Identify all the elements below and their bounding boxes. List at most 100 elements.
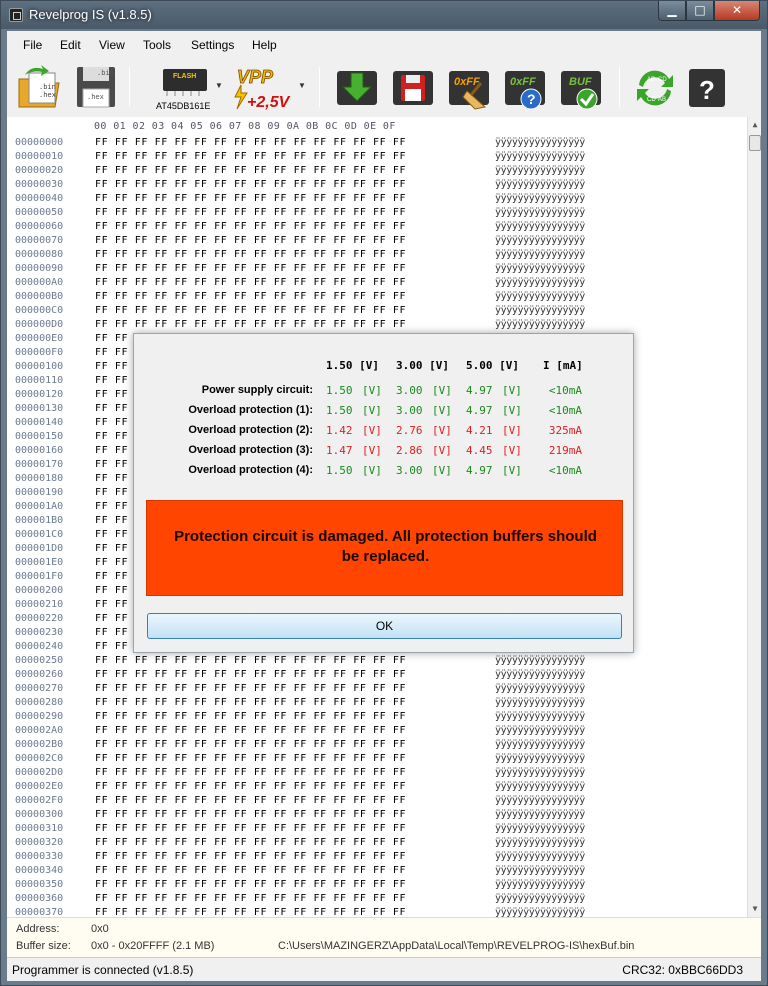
hex-row-ascii[interactable]: ÿÿÿÿÿÿÿÿÿÿÿÿÿÿÿÿ xyxy=(495,221,585,232)
hex-row-bytes[interactable]: FF FF FF FF FF FF FF FF FF FF FF FF FF F… xyxy=(95,179,406,190)
hex-row-bytes[interactable]: FF FF FF FF FF FF FF FF FF FF FF FF FF F… xyxy=(95,725,406,736)
hex-row-bytes[interactable]: FF FF FF FF FF FF FF FF FF FF FF FF FF F… xyxy=(95,277,406,288)
menu-help[interactable]: Help xyxy=(252,38,277,52)
hex-row-bytes[interactable]: FF FF FF FF FF FF FF FF FF FF FF FF FF F… xyxy=(95,249,406,260)
hex-row-bytes[interactable]: FF FF FF FF FF FF FF FF FF FF FF FF FF F… xyxy=(95,865,406,876)
hex-row-bytes[interactable]: FF FF FF FF FF FF FF FF FF FF FF FF FF F… xyxy=(95,655,406,666)
menu-tools[interactable]: Tools xyxy=(143,38,171,52)
write-chip-button[interactable] xyxy=(389,63,437,111)
hex-row-bytes[interactable]: FF FF FF FF FF FF FF FF FF FF FF FF FF F… xyxy=(95,781,406,792)
maximize-button[interactable]: □ xyxy=(686,1,714,21)
hex-row-bytes[interactable]: FF FF FF FF FF FF FF FF FF FF FF FF FF F… xyxy=(95,879,406,890)
hex-row-ascii[interactable]: ÿÿÿÿÿÿÿÿÿÿÿÿÿÿÿÿ xyxy=(495,823,585,834)
chip-select-button[interactable]: FLASH AT45DB161E xyxy=(153,63,215,111)
close-button[interactable]: ✕ xyxy=(714,1,760,21)
hex-row-ascii[interactable]: ÿÿÿÿÿÿÿÿÿÿÿÿÿÿÿÿ xyxy=(495,809,585,820)
scroll-up-icon[interactable]: ▲ xyxy=(748,117,761,133)
hex-row-ascii[interactable]: ÿÿÿÿÿÿÿÿÿÿÿÿÿÿÿÿ xyxy=(495,207,585,218)
hex-row-bytes[interactable]: FF FF FF FF FF FF FF FF FF FF FF FF FF F… xyxy=(95,263,406,274)
hex-row-bytes[interactable]: FF FF FF FF FF FF FF FF FF FF FF FF FF F… xyxy=(95,165,406,176)
hex-row-ascii[interactable]: ÿÿÿÿÿÿÿÿÿÿÿÿÿÿÿÿ xyxy=(495,277,585,288)
scroll-thumb[interactable] xyxy=(749,135,761,151)
blank-check-button[interactable]: 0xFF ? xyxy=(501,63,549,111)
compare-button[interactable]: AB CD CD AB xyxy=(631,63,679,111)
hex-row-ascii[interactable]: ÿÿÿÿÿÿÿÿÿÿÿÿÿÿÿÿ xyxy=(495,669,585,680)
hex-row-ascii[interactable]: ÿÿÿÿÿÿÿÿÿÿÿÿÿÿÿÿ xyxy=(495,879,585,890)
hex-row-ascii[interactable]: ÿÿÿÿÿÿÿÿÿÿÿÿÿÿÿÿ xyxy=(495,137,585,148)
hex-row-address: 00000190 xyxy=(15,487,64,498)
hex-row-bytes[interactable]: FF FF FF FF FF FF FF FF FF FF FF FF FF F… xyxy=(95,739,406,750)
hex-row-bytes[interactable]: FF FF FF FF FF FF FF FF FF FF FF FF FF F… xyxy=(95,319,406,330)
hex-row-bytes[interactable]: FF FF FF FF FF FF FF FF FF FF FF FF FF F… xyxy=(95,207,406,218)
hex-row-ascii[interactable]: ÿÿÿÿÿÿÿÿÿÿÿÿÿÿÿÿ xyxy=(495,319,585,330)
erase-chip-button[interactable]: 0xFF xyxy=(445,63,493,111)
hex-row-ascii[interactable]: ÿÿÿÿÿÿÿÿÿÿÿÿÿÿÿÿ xyxy=(495,753,585,764)
help-button[interactable]: ? xyxy=(683,63,731,111)
hex-row-bytes[interactable]: FF FF FF FF FF FF FF FF FF FF FF FF FF F… xyxy=(95,837,406,848)
hex-row-address: 000001E0 xyxy=(15,557,64,568)
menu-bar: File Edit View Tools Settings Help xyxy=(7,31,761,57)
vpp-select-button[interactable]: VPP +2,5V xyxy=(231,63,295,111)
menu-file[interactable]: File xyxy=(23,38,42,52)
current-value: <10mA xyxy=(548,404,582,417)
hex-row-bytes[interactable]: FF FF FF FF FF FF FF FF FF FF FF FF FF F… xyxy=(95,291,406,302)
hex-row-ascii[interactable]: ÿÿÿÿÿÿÿÿÿÿÿÿÿÿÿÿ xyxy=(495,907,585,917)
vertical-scrollbar[interactable]: ▲ ▼ xyxy=(747,117,761,917)
scroll-down-icon[interactable]: ▼ xyxy=(748,901,761,917)
hex-row-ascii[interactable]: ÿÿÿÿÿÿÿÿÿÿÿÿÿÿÿÿ xyxy=(495,179,585,190)
hex-row-ascii[interactable]: ÿÿÿÿÿÿÿÿÿÿÿÿÿÿÿÿ xyxy=(495,837,585,848)
hex-row-bytes[interactable]: FF FF FF FF FF FF FF FF FF FF FF FF FF F… xyxy=(95,221,406,232)
hex-row-ascii[interactable]: ÿÿÿÿÿÿÿÿÿÿÿÿÿÿÿÿ xyxy=(495,711,585,722)
hex-row-bytes[interactable]: FF FF FF FF FF FF FF FF FF FF FF FF FF F… xyxy=(95,851,406,862)
hex-row-ascii[interactable]: ÿÿÿÿÿÿÿÿÿÿÿÿÿÿÿÿ xyxy=(495,683,585,694)
hex-row-bytes[interactable]: FF FF FF FF FF FF FF FF FF FF FF FF FF F… xyxy=(95,193,406,204)
hex-row-bytes[interactable]: FF FF FF FF FF FF FF FF FF FF FF FF FF F… xyxy=(95,907,406,917)
verify-buffer-button[interactable]: BUF xyxy=(557,63,605,111)
hex-row-bytes[interactable]: FF FF FF FF FF FF FF FF FF FF FF FF FF F… xyxy=(95,697,406,708)
hex-row-ascii[interactable]: ÿÿÿÿÿÿÿÿÿÿÿÿÿÿÿÿ xyxy=(495,151,585,162)
hex-row-ascii[interactable]: ÿÿÿÿÿÿÿÿÿÿÿÿÿÿÿÿ xyxy=(495,305,585,316)
hex-row-ascii[interactable]: ÿÿÿÿÿÿÿÿÿÿÿÿÿÿÿÿ xyxy=(495,781,585,792)
hex-row-bytes[interactable]: FF FF FF FF FF FF FF FF FF FF FF FF FF F… xyxy=(95,151,406,162)
hex-row-bytes[interactable]: FF FF FF FF FF FF FF FF FF FF FF FF FF F… xyxy=(95,683,406,694)
hex-row-bytes[interactable]: FF FF FF FF FF FF FF FF FF FF FF FF FF F… xyxy=(95,823,406,834)
toolbar-separator xyxy=(619,67,620,107)
hex-row-bytes[interactable]: FF FF FF FF FF FF FF FF FF FF FF FF FF F… xyxy=(95,767,406,778)
hex-row-bytes[interactable]: FF FF FF FF FF FF FF FF FF FF FF FF FF F… xyxy=(95,809,406,820)
hex-row-ascii[interactable]: ÿÿÿÿÿÿÿÿÿÿÿÿÿÿÿÿ xyxy=(495,795,585,806)
hex-row-ascii[interactable]: ÿÿÿÿÿÿÿÿÿÿÿÿÿÿÿÿ xyxy=(495,893,585,904)
open-file-button[interactable]: .bin .hex xyxy=(15,63,63,111)
hex-row-address: 00000240 xyxy=(15,641,64,652)
hex-row-ascii[interactable]: ÿÿÿÿÿÿÿÿÿÿÿÿÿÿÿÿ xyxy=(495,291,585,302)
hex-row-ascii[interactable]: ÿÿÿÿÿÿÿÿÿÿÿÿÿÿÿÿ xyxy=(495,263,585,274)
hex-row-bytes[interactable]: FF FF FF FF FF FF FF FF FF FF FF FF FF F… xyxy=(95,669,406,680)
chip-dropdown-arrow-icon[interactable]: ▼ xyxy=(215,81,223,90)
voltage-value: 4.21 xyxy=(466,424,493,437)
hex-row-bytes[interactable]: FF FF FF FF FF FF FF FF FF FF FF FF FF F… xyxy=(95,711,406,722)
ok-button[interactable]: OK xyxy=(147,613,622,639)
menu-edit[interactable]: Edit xyxy=(60,38,81,52)
hex-row-ascii[interactable]: ÿÿÿÿÿÿÿÿÿÿÿÿÿÿÿÿ xyxy=(495,725,585,736)
hex-row-ascii[interactable]: ÿÿÿÿÿÿÿÿÿÿÿÿÿÿÿÿ xyxy=(495,235,585,246)
hex-row-bytes[interactable]: FF FF FF FF FF FF FF FF FF FF FF FF FF F… xyxy=(95,305,406,316)
hex-row-ascii[interactable]: ÿÿÿÿÿÿÿÿÿÿÿÿÿÿÿÿ xyxy=(495,165,585,176)
hex-row-ascii[interactable]: ÿÿÿÿÿÿÿÿÿÿÿÿÿÿÿÿ xyxy=(495,655,585,666)
hex-row-ascii[interactable]: ÿÿÿÿÿÿÿÿÿÿÿÿÿÿÿÿ xyxy=(495,249,585,260)
minimize-button[interactable]: ▁ xyxy=(658,1,686,21)
hex-row-ascii[interactable]: ÿÿÿÿÿÿÿÿÿÿÿÿÿÿÿÿ xyxy=(495,767,585,778)
hex-row-bytes[interactable]: FF FF FF FF FF FF FF FF FF FF FF FF FF F… xyxy=(95,893,406,904)
hex-row-ascii[interactable]: ÿÿÿÿÿÿÿÿÿÿÿÿÿÿÿÿ xyxy=(495,851,585,862)
hex-row-bytes[interactable]: FF FF FF FF FF FF FF FF FF FF FF FF FF F… xyxy=(95,753,406,764)
menu-settings[interactable]: Settings xyxy=(191,38,234,52)
read-chip-button[interactable] xyxy=(333,63,381,111)
hex-row-ascii[interactable]: ÿÿÿÿÿÿÿÿÿÿÿÿÿÿÿÿ xyxy=(495,739,585,750)
hex-row-ascii[interactable]: ÿÿÿÿÿÿÿÿÿÿÿÿÿÿÿÿ xyxy=(495,865,585,876)
hex-row-bytes[interactable]: FF FF FF FF FF FF FF FF FF FF FF FF FF F… xyxy=(95,235,406,246)
hex-row-ascii[interactable]: ÿÿÿÿÿÿÿÿÿÿÿÿÿÿÿÿ xyxy=(495,697,585,708)
menu-view[interactable]: View xyxy=(99,38,125,52)
hex-row-bytes[interactable]: FF FF FF FF FF FF FF FF FF FF FF FF FF F… xyxy=(95,795,406,806)
save-file-button[interactable]: .bin .hex xyxy=(71,63,119,111)
hex-row-bytes[interactable]: FF FF FF FF FF FF FF FF FF FF FF FF FF F… xyxy=(95,137,406,148)
vpp-dropdown-arrow-icon[interactable]: ▼ xyxy=(298,81,306,90)
hex-row-ascii[interactable]: ÿÿÿÿÿÿÿÿÿÿÿÿÿÿÿÿ xyxy=(495,193,585,204)
